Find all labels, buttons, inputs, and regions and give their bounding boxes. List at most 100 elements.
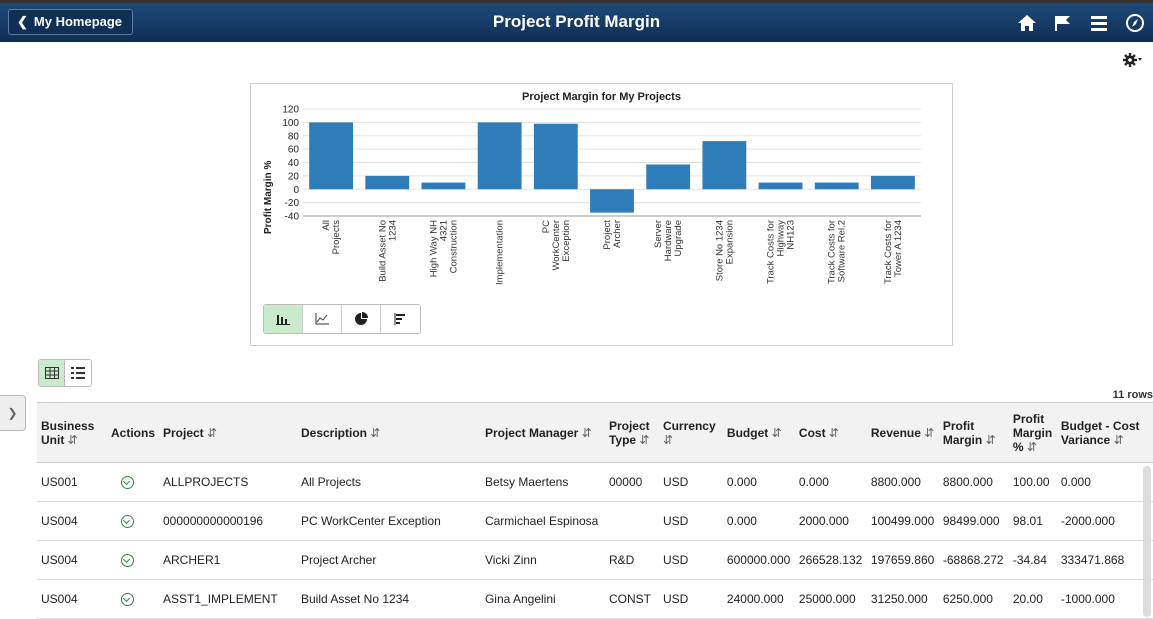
sort-icon: ⇵ [207,425,218,440]
cell-profit-margin: 8800.000 [938,462,1009,502]
page-title: Project Profit Margin [492,12,661,31]
x-tick-label: Store No 1234 Expansion [714,220,735,281]
chart-type-toggle [263,304,421,334]
cell-profit-margin: 6250.000 [938,579,1009,619]
chart-bar[interactable] [533,123,578,190]
x-tick-label-line: Projects [331,220,342,255]
chart-bar[interactable] [646,164,691,190]
sort-icon: ⇵ [1113,432,1124,447]
col-currency[interactable]: Currency ⇵ [658,402,723,463]
settings-gear-icon[interactable] [1123,52,1143,73]
chart-bar[interactable] [870,175,915,190]
menu-icon[interactable] [1081,9,1117,37]
x-tick-label-line: Tower A 1234 [893,220,904,277]
cell-budget-cost-variance: 333471.868 [1056,540,1153,580]
col-budget-cost-variance[interactable]: Budget - Cost Variance ⇵ [1056,402,1153,463]
table-row[interactable]: US004 ARCHER1 Project Archer Vicki Zinn … [37,540,1153,580]
col-project-manager[interactable]: Project Manager ⇵ [480,402,605,463]
table-row[interactable]: US001 ALLPROJECTS All Projects Betsy Mae… [37,462,1153,502]
x-tick-label: Track Costs for Software Rel.2 [827,220,848,284]
chart-bar[interactable] [702,141,747,190]
cell-profit-margin-pct: 20.00 [1008,579,1057,619]
grid-scrollbar[interactable] [1143,466,1151,617]
line-chart-icon[interactable] [303,305,342,333]
list-view-icon[interactable] [65,360,91,386]
cell-cost: 2000.000 [794,501,867,541]
sort-icon: ⇵ [639,432,650,447]
compass-icon[interactable] [1117,9,1153,37]
cell-budget-cost-variance: 0.000 [1056,462,1153,502]
sort-icon: ⇵ [581,425,592,440]
chart-bar[interactable] [309,122,354,190]
col-label: Budget - Cost Variance [1060,418,1140,447]
side-panel-expand-tab[interactable]: ❯ [0,395,26,431]
y-tick-label: 100 [282,118,299,129]
col-description[interactable]: Description ⇵ [296,402,481,463]
cell-actions [106,579,159,619]
col-business-unit[interactable]: Business Unit ⇵ [37,402,107,463]
row-actions-icon[interactable] [120,554,134,568]
col-label: Description [300,425,367,440]
col-label: Budget [726,425,769,440]
col-label: Currency [662,418,716,433]
chevron-right-icon: ❯ [7,406,18,420]
chart-bar[interactable] [477,122,522,190]
chart-bar[interactable] [814,182,859,190]
bar-chart-icon[interactable] [264,305,303,333]
home-icon[interactable] [1009,9,1045,37]
x-tick-label: Project Archer [602,220,623,250]
cell-cost: 0.000 [794,462,867,502]
col-profit-margin-pct[interactable]: Profit Margin % ⇵ [1008,402,1057,463]
y-tick-label: 60 [288,145,300,156]
x-tick-label: Track Costs for Tower A 1234 [883,220,904,284]
col-project[interactable]: Project ⇵ [159,402,297,463]
cell-project-manager: Betsy Maertens [480,462,605,502]
cell-budget: 0.000 [722,501,795,541]
chart-bar[interactable] [365,175,410,190]
projects-grid: Business Unit ⇵ Actions Project ⇵ Descri… [37,402,1153,619]
y-tick-label: -40 [285,212,300,223]
col-label: Profit Margin [942,418,983,447]
chart-bar[interactable] [590,189,634,213]
col-budget[interactable]: Budget ⇵ [722,402,795,463]
cell-budget: 24000.000 [722,579,795,619]
cell-cost: 25000.000 [794,579,867,619]
row-actions-icon[interactable] [120,593,134,607]
col-cost[interactable]: Cost ⇵ [794,402,867,463]
pie-chart-icon[interactable] [342,305,381,333]
chart-bar[interactable] [421,182,466,190]
cell-project-type [604,501,659,541]
chart-panel: Project Margin for My Projects Profit Ma… [250,83,953,346]
col-label: Project [163,425,204,440]
cell-business-unit: US004 [37,540,107,580]
col-project-type[interactable]: Project Type ⇵ [604,402,659,463]
col-revenue[interactable]: Revenue ⇵ [866,402,939,463]
cell-business-unit: US004 [37,501,107,541]
cell-project-manager: Carmichael Espinosa [480,501,605,541]
cell-project: ALLPROJECTS [159,462,297,502]
col-profit-margin[interactable]: Profit Margin ⇵ [938,402,1009,463]
sort-icon: ⇵ [924,425,935,440]
cell-project-type: 00000 [604,462,659,502]
cell-actions [106,501,159,541]
cell-actions [106,462,159,502]
grid-view-icon[interactable] [39,360,65,386]
y-tick-label: 40 [288,158,300,169]
chart-bar[interactable] [758,182,803,190]
x-tick-label: All Projects [321,220,342,255]
x-tick-label-line: NH123 [786,220,797,250]
flag-icon[interactable] [1045,9,1081,37]
cell-description: Project Archer [296,540,481,580]
x-tick-label: PC WorkCenter Exception [541,220,572,271]
sort-icon: ⇵ [370,425,381,440]
row-actions-icon[interactable] [120,476,134,490]
cell-currency: USD [658,462,723,502]
table-row[interactable]: US004 000000000000196 PC WorkCenter Exce… [37,501,1153,541]
x-tick-label-line: 1234 [387,220,398,241]
table-row[interactable]: US004 ASST1_IMPLEMENT Build Asset No 123… [37,579,1153,619]
horizontal-bar-icon[interactable] [381,305,420,333]
cell-budget: 0.000 [722,462,795,502]
cell-currency: USD [658,540,723,580]
cell-revenue: 8800.000 [866,462,939,502]
row-actions-icon[interactable] [120,515,134,529]
